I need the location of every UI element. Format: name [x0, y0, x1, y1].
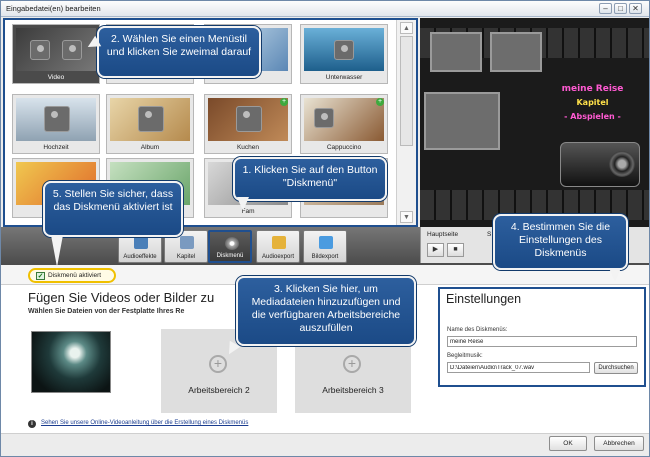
- disc-menu-enabled-label: Diskmenü aktiviert: [48, 272, 102, 279]
- maximize-button[interactable]: □: [614, 3, 627, 14]
- preview-frame: [490, 32, 542, 72]
- menu-style-tile[interactable]: Cappuccino +: [300, 94, 388, 154]
- add-media-subheading: Wählen Sie Dateien von der Festplatte Ih…: [28, 308, 185, 315]
- imageexport-button[interactable]: Bildexport: [303, 230, 347, 263]
- callout-step-4: 4. Bestimmen Sie die Einstellungen des D…: [493, 214, 628, 270]
- menu-style-tile[interactable]: Unterwasser: [300, 24, 388, 84]
- menu-style-tile[interactable]: Hochzeit: [12, 94, 100, 154]
- menu-style-label: Hochzeit: [43, 144, 69, 151]
- audio-effects-icon: [134, 236, 148, 249]
- preview-title: meine Reise: [561, 84, 624, 94]
- audioexport-button[interactable]: Audioexport: [256, 230, 300, 263]
- callout-step-5: 5. Stellen Sie sicher, dass das Diskmenü…: [43, 181, 183, 237]
- tab-main-page[interactable]: Hauptseite: [427, 231, 458, 238]
- menu-style-thumbnail: [208, 98, 288, 141]
- disc-icon: [225, 237, 239, 250]
- preview-frame: [430, 32, 482, 72]
- music-path-input[interactable]: [447, 362, 590, 373]
- cancel-button[interactable]: Abbrechen: [594, 436, 644, 451]
- add-icon: +: [209, 355, 227, 373]
- editor-window: Eingabedatei(en) bearbeiten – □ ✕ Video …: [0, 0, 650, 457]
- ok-button[interactable]: OK: [549, 436, 587, 451]
- camera-icon: [560, 142, 640, 187]
- add-icon: +: [376, 98, 384, 106]
- tab-s[interactable]: S: [487, 231, 491, 238]
- settings-title: Einstellungen: [446, 292, 522, 306]
- info-icon: i: [28, 420, 36, 428]
- title-bar: Eingabedatei(en) bearbeiten – □ ✕: [1, 1, 649, 17]
- window-title: Eingabedatei(en) bearbeiten: [6, 4, 101, 13]
- menu-style-label: Unterwasser: [325, 74, 363, 81]
- menu-style-thumbnail: [16, 98, 96, 141]
- disc-menu-button[interactable]: Diskmenü: [208, 230, 252, 263]
- callout-pointer: [237, 197, 249, 211]
- menu-style-tile[interactable]: Video: [12, 24, 100, 84]
- menu-style-label: Cappuccino: [326, 144, 362, 151]
- close-button[interactable]: ✕: [629, 3, 642, 14]
- menu-style-label: Album: [140, 144, 160, 151]
- play-button[interactable]: ▶: [427, 243, 444, 257]
- add-media-heading: Fügen Sie Videos oder Bilder zu: [28, 290, 215, 305]
- checkbox-icon[interactable]: ✓: [36, 272, 45, 280]
- chapter-icon: [180, 236, 194, 249]
- menu-name-label: Name des Diskmenüs:: [447, 327, 508, 333]
- callout-step-2: 2. Wählen Sie einen Menüstil und klicken…: [97, 26, 261, 78]
- menu-style-thumbnail: [304, 98, 384, 141]
- menu-style-thumbnail: [304, 28, 384, 71]
- workspace-1-image[interactable]: [31, 331, 111, 393]
- speaker-icon: [272, 236, 286, 249]
- browse-button[interactable]: Durchsuchen: [594, 362, 638, 374]
- video-tutorial-link[interactable]: Sehen Sie unsere Online-Videoanleitung ü…: [41, 420, 248, 426]
- menu-style-thumbnail: [110, 98, 190, 141]
- settings-panel: Einstellungen Name des Diskmenüs: Beglei…: [438, 287, 646, 387]
- menu-style-tile[interactable]: Album: [106, 94, 194, 154]
- workspace-label: Arbeitsbereich 3: [322, 385, 384, 395]
- minimize-button[interactable]: –: [599, 3, 612, 14]
- menu-style-label: Video: [47, 74, 65, 81]
- menu-name-input[interactable]: [447, 336, 637, 347]
- callout-pointer: [51, 235, 63, 267]
- callout-step-1: 1. Klicken Sie auf den Button "Diskmenü": [233, 157, 387, 201]
- image-icon: [319, 236, 333, 249]
- add-icon: +: [343, 355, 361, 373]
- callout-step-3: 3. Klicken Sie hier, um Mediadateien hin…: [236, 276, 416, 346]
- stop-button[interactable]: ■: [447, 243, 464, 257]
- preview-frame: [424, 92, 500, 150]
- scrollbar-thumb[interactable]: [400, 36, 413, 146]
- menu-preview: meine Reise Kapitel - Abspielen -: [420, 18, 649, 227]
- callout-pointer: [609, 268, 621, 282]
- gallery-scrollbar[interactable]: ▲ ▼: [396, 20, 416, 225]
- add-icon: +: [280, 98, 288, 106]
- menu-style-tile[interactable]: Kuchen +: [204, 94, 292, 154]
- scroll-up-icon[interactable]: ▲: [400, 22, 413, 34]
- menu-style-label: Kuchen: [236, 144, 260, 151]
- menu-style-thumbnail: [16, 28, 96, 71]
- music-label: Begleitmusik:: [447, 353, 483, 359]
- workspace-label: Arbeitsbereich 2: [188, 385, 250, 395]
- scroll-down-icon[interactable]: ▼: [400, 211, 413, 223]
- disc-menu-enabled-checkbox[interactable]: ✓ Diskmenü aktiviert: [28, 268, 116, 283]
- preview-chapter: Kapitel: [576, 98, 609, 107]
- preview-play: - Abspielen -: [564, 112, 621, 121]
